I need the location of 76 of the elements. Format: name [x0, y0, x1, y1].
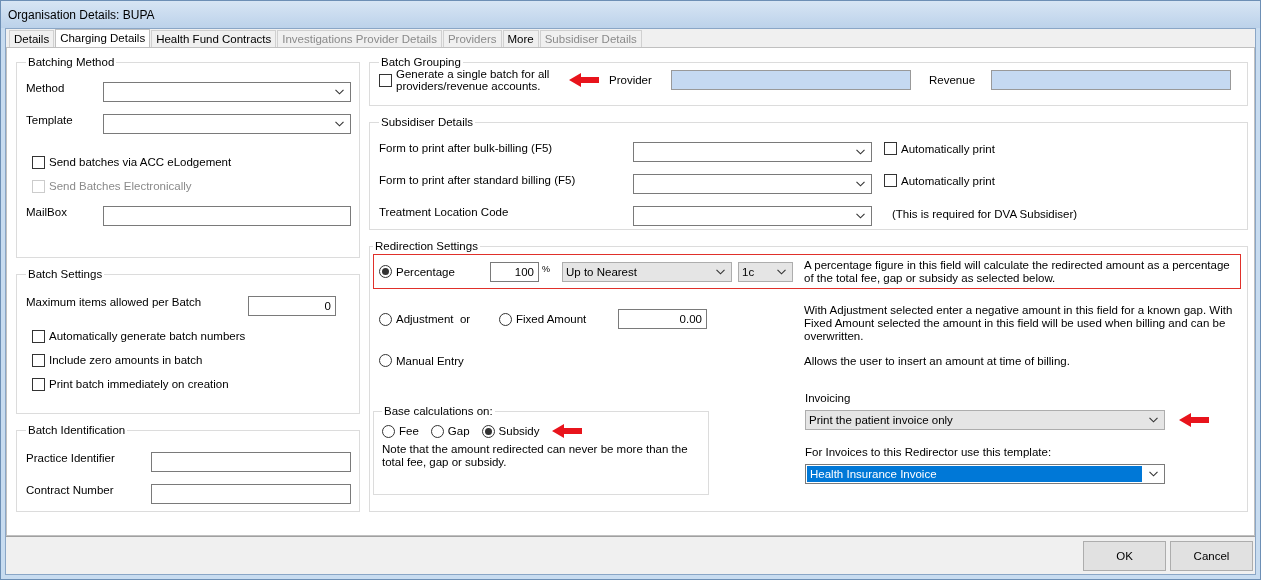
chevron-down-icon [716, 268, 725, 275]
radio-button[interactable]: Percentage [379, 265, 455, 278]
dropdown[interactable]: Print the patient invoice only [805, 410, 1165, 430]
field-label: Provider [609, 74, 653, 86]
chevron-down-icon [777, 268, 786, 275]
input-field[interactable] [151, 484, 351, 504]
field-label: For Invoices to this Redirector use this template: [805, 446, 1053, 460]
input-field[interactable] [151, 452, 351, 472]
chevron-down-icon [1149, 417, 1158, 423]
description-text: Allows the user to insert an amount at time of billing. [804, 355, 1070, 368]
field-label: Template [26, 114, 74, 126]
input-field[interactable] [671, 70, 911, 90]
dropdown[interactable] [103, 114, 351, 134]
input-field[interactable]: 100 [490, 261, 539, 282]
dropdown[interactable]: 1c [738, 261, 793, 282]
group-title: Base calculations on: [383, 405, 494, 417]
unit-label: % [541, 263, 551, 274]
field-label: Practice Identifier [26, 452, 116, 464]
checkbox[interactable]: Send batches via ACC eLodgement [32, 155, 232, 169]
field-label: Form to print after standard billing (F5) [379, 174, 577, 186]
group-title: Subsidiser Details [380, 116, 475, 128]
dropdown[interactable]: Health Insurance Invoice [805, 464, 1165, 484]
field-label: Form to print after bulk-billing (F5) [379, 142, 554, 154]
chevron-down-icon [856, 181, 865, 187]
input-field[interactable]: 0.00 [618, 309, 707, 329]
tab[interactable]: Health Fund Contracts [151, 30, 277, 47]
ok-button[interactable]: OK [1083, 540, 1166, 571]
group-title: Batch Identification [27, 424, 127, 436]
chevron-down-icon [335, 121, 344, 127]
arrow-left-icon [1179, 413, 1209, 427]
chevron-down-icon [856, 149, 865, 155]
checkbox[interactable]: Automatically print [884, 174, 995, 187]
dropdown[interactable] [633, 142, 872, 162]
note-text: Note that the amount redirected can never be more than the total fee, gap or subsidy. [382, 443, 689, 469]
field-label: MailBox [26, 206, 68, 218]
cancel-button[interactable]: Cancel [1170, 540, 1253, 571]
group-title: Batching Method [27, 56, 116, 68]
radio-button[interactable]: Fixed Amount [499, 312, 587, 326]
field-label: Maximum items allowed per Batch [26, 296, 203, 308]
radio-button[interactable]: Manual Entry [379, 354, 464, 367]
window-title: Organisation Details: BUPA [8, 7, 155, 22]
dropdown[interactable] [103, 82, 351, 102]
field-label: Contract Number [26, 484, 115, 496]
dropdown[interactable] [633, 206, 872, 226]
chevron-down-icon [856, 213, 865, 219]
dropdown[interactable] [633, 174, 872, 194]
checkbox[interactable]: Print batch immediately on creation [32, 377, 229, 391]
checkbox[interactable]: Generate a single batch for all providers/revenue accounts. [379, 68, 569, 92]
description-text: A percentage figure in this field will calculate the redirected amount as a percentage of the total fee, gap or subsidy as selected below. [804, 258, 1231, 285]
input-field[interactable]: 0 [248, 296, 336, 316]
field-label: Method [26, 82, 66, 94]
group-title: Batch Grouping [380, 56, 462, 68]
dropdown[interactable]: Up to Nearest [562, 261, 732, 282]
tab[interactable]: Charging Details [55, 29, 151, 47]
checkbox[interactable]: Automatically generate batch numbers [32, 329, 246, 343]
tab[interactable]: Details [9, 30, 55, 47]
radio-button[interactable]: Adjustment or [379, 312, 471, 326]
field-label: Revenue [929, 74, 977, 86]
description-text: With Adjustment selected enter a negative amount in this field for a known gap. With Fixed Amount selected the amount in this field will be used when billing and can be overwritten. [804, 304, 1234, 343]
field-label: Treatment Location Code [379, 206, 510, 218]
note-text: (This is required for DVA Subsidiser) [892, 208, 1078, 220]
radio-button[interactable]: Gap [430, 424, 470, 438]
checkbox[interactable]: Automatically print [884, 142, 995, 155]
checkbox[interactable]: Include zero amounts in batch [32, 353, 203, 367]
chevron-down-icon [335, 89, 344, 95]
radio-button[interactable]: Subsidy [481, 424, 540, 438]
arrow-left-icon [551, 424, 582, 438]
chevron-down-icon [1149, 471, 1158, 477]
input-field[interactable] [103, 206, 351, 226]
group-title: Redirection Settings [374, 240, 479, 252]
input-field[interactable] [991, 70, 1231, 90]
group-title: Batch Settings [27, 268, 104, 280]
tab[interactable]: More [502, 30, 539, 47]
radio-button[interactable]: Fee [382, 424, 419, 438]
field-label: Invoicing [805, 392, 852, 406]
arrow-left-icon [569, 73, 599, 87]
